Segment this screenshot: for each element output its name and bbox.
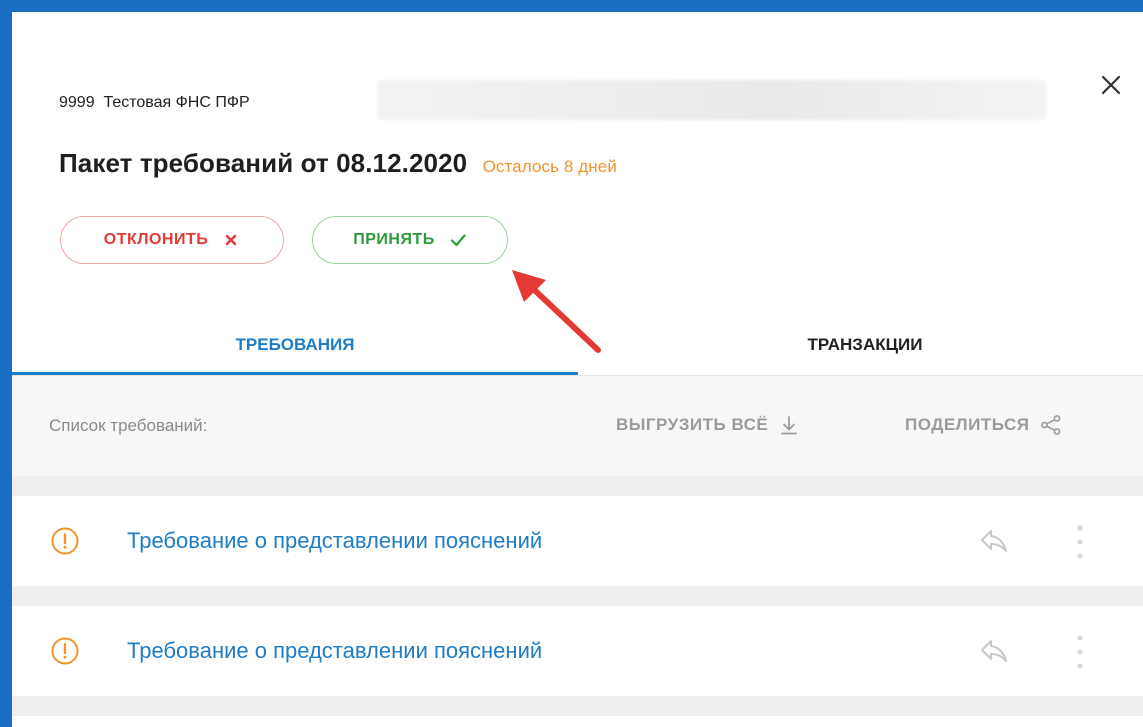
reply-button[interactable] (979, 638, 1009, 664)
more-options-button[interactable] (1072, 630, 1088, 674)
tab-transactions[interactable]: ТРАНЗАКЦИИ (582, 315, 1143, 375)
requirement-link[interactable]: Требование о представлении пояснений (127, 638, 542, 664)
tab-transactions-label: ТРАНЗАКЦИИ (807, 335, 923, 354)
list-divider (12, 476, 1143, 496)
more-vertical-icon (1077, 635, 1083, 669)
list-item[interactable]: Требование о представлении пояснений (12, 606, 1143, 696)
requirement-link[interactable]: Требование о представлении пояснений (127, 528, 542, 554)
tab-requirements[interactable]: ТРЕБОВАНИЯ (12, 315, 578, 375)
list-label: Список требований: (49, 416, 208, 435)
more-vertical-icon (1077, 525, 1083, 559)
list-item[interactable]: Требование о представлении пояснений (12, 496, 1143, 586)
page-title: Пакет требований от 08.12.2020 Осталось … (59, 148, 617, 179)
tab-bar: ТРЕБОВАНИЯ ТРАНЗАКЦИИ (12, 315, 1143, 376)
more-options-button[interactable] (1072, 520, 1088, 564)
reply-icon (981, 640, 1007, 662)
reply-icon (981, 530, 1007, 552)
list-toolbar: Список требований: ВЫГРУЗИТЬ ВСЁ ПОДЕЛИТ… (12, 376, 1143, 476)
cross-icon (222, 231, 240, 249)
download-icon (778, 414, 800, 436)
redacted-area (377, 80, 1047, 120)
reject-button[interactable]: ОТКЛОНИТЬ (60, 216, 284, 264)
tab-requirements-label: ТРЕБОВАНИЯ (235, 335, 355, 354)
accept-button[interactable]: ПРИНЯТЬ (312, 216, 508, 264)
organization-line: 9999 Тестовая ФНС ПФР (59, 94, 250, 112)
share-label: ПОДЕЛИТЬСЯ (905, 415, 1030, 434)
list-divider (12, 696, 1143, 716)
page-title-text: Пакет требований от 08.12.2020 (59, 148, 468, 178)
close-button[interactable] (1096, 70, 1126, 100)
share-icon (1040, 414, 1062, 436)
active-tab-indicator (12, 372, 578, 375)
share-button[interactable]: ПОДЕЛИТЬСЯ (905, 414, 1062, 436)
close-icon (1101, 75, 1121, 95)
check-icon (449, 231, 467, 249)
org-code: 9999 (59, 94, 95, 111)
requirements-package-panel: 9999 Тестовая ФНС ПФР Пакет требований о… (6, 6, 1143, 727)
export-all-label: ВЫГРУЗИТЬ ВСЁ (616, 415, 769, 434)
warning-icon (50, 526, 80, 556)
reply-button[interactable] (979, 528, 1009, 554)
list-divider (12, 586, 1143, 606)
deadline-badge: Осталось 8 дней (482, 157, 617, 176)
warning-icon (50, 636, 80, 666)
export-all-button[interactable]: ВЫГРУЗИТЬ ВСЁ (616, 414, 800, 436)
reject-button-label: ОТКЛОНИТЬ (103, 231, 209, 248)
accept-button-label: ПРИНЯТЬ (353, 231, 435, 248)
org-name: Тестовая ФНС ПФР (103, 94, 250, 111)
